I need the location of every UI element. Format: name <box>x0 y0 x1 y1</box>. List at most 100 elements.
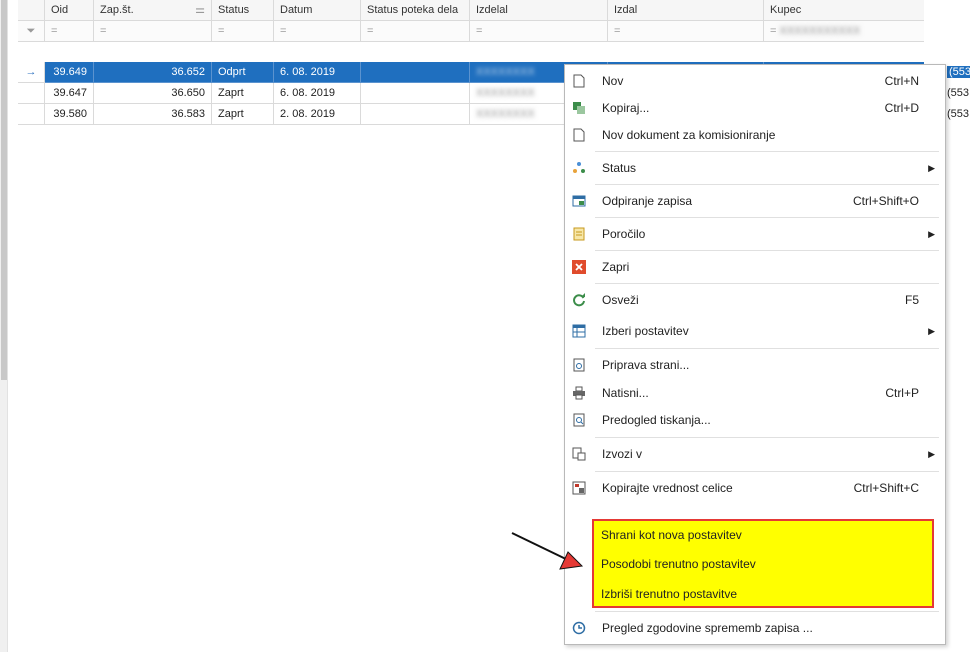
menu-item-izberi-postavitev[interactable]: Izberi postavitev ▶ <box>565 319 945 343</box>
menu-item-nov-dok-label: Nov dokument za komisioniranje <box>602 128 776 142</box>
cell-zap-st[interactable]: 36.652 <box>94 62 212 83</box>
grid-filter-row: ⏷ = = = = = = = = XXXXXXXXXXX <box>18 21 924 42</box>
cell-status-poteka-dela[interactable] <box>361 83 470 104</box>
menu-separator <box>595 348 939 349</box>
cell-status[interactable]: Zaprt <box>212 104 274 125</box>
menu-item-pregled-zgodovine[interactable]: Pregled zgodovine sprememb zapisa ... <box>565 616 945 640</box>
new-document-icon <box>565 123 593 147</box>
menu-item-predogled-tiskanja[interactable]: Predogled tiskanja... <box>565 408 945 432</box>
vertical-scrollbar[interactable] <box>0 0 8 652</box>
column-header-kupec[interactable]: Kupec <box>764 0 924 21</box>
menu-item-osvezi-shortcut: F5 <box>904 293 919 307</box>
cell-izdelal-blurred: XXXXXXXX <box>476 87 535 99</box>
filter-cell-izdelal[interactable]: = <box>470 21 608 42</box>
column-header-status[interactable]: Status <box>212 0 274 21</box>
filter-cell-oid[interactable]: = <box>45 21 94 42</box>
filter-cell-izdal[interactable]: = <box>608 21 764 42</box>
cell-datum[interactable]: 6. 08. 2019 <box>274 83 361 104</box>
menu-item-posodobi-label: Posodobi trenutno postavitev <box>601 557 756 571</box>
row-indicator-cell <box>18 83 45 104</box>
column-header-zap-st[interactable]: Zap.št. ⚌ <box>94 0 212 21</box>
menu-separator <box>595 283 939 284</box>
close-icon <box>565 255 593 279</box>
menu-separator <box>595 217 939 218</box>
column-header-status-poteka-dela[interactable]: Status poteka dela <box>361 0 470 21</box>
menu-item-status-label: Status <box>602 161 637 175</box>
cell-izdelal-blurred: XXXXXXXX <box>476 66 535 78</box>
menu-item-izvozi-label: Izvozi v <box>602 447 643 461</box>
filter-cell-status[interactable]: = <box>212 21 274 42</box>
filter-cell-kupec-symbol: = <box>770 25 777 37</box>
submenu-arrow-icon: ▶ <box>928 325 935 336</box>
menu-item-kopiraj-shortcut: Ctrl+D <box>884 101 919 115</box>
filter-kupec-blurred-value: XXXXXXXXXXX <box>779 25 861 37</box>
menu-item-predogled-label: Predogled tiskanja... <box>602 413 711 427</box>
sort-icon[interactable]: ⚌ <box>195 0 205 20</box>
menu-item-shrani-kot-nova-postavitev[interactable]: Shrani kot nova postavitev <box>564 523 944 547</box>
open-record-icon <box>565 189 593 213</box>
menu-item-izberi-label: Izberi postavitev <box>602 324 689 338</box>
filter-cell-status-poteka-dela[interactable]: = <box>361 21 470 42</box>
menu-item-izbrisi-label: Izbriši trenutno postavitve <box>601 587 738 601</box>
cell-status-poteka-dela[interactable] <box>361 104 470 125</box>
cell-zap-st[interactable]: 36.650 <box>94 83 212 104</box>
cell-status[interactable]: Zaprt <box>212 83 274 104</box>
menu-item-nov-shortcut: Ctrl+N <box>884 74 919 88</box>
cell-zap-st[interactable]: 36.583 <box>94 104 212 125</box>
cell-oid[interactable]: 39.580 <box>45 104 94 125</box>
status-icon <box>565 156 593 180</box>
menu-separator <box>595 250 939 251</box>
menu-item-izvozi-v[interactable]: Izvozi v ▶ <box>565 442 945 466</box>
menu-item-zapri-label: Zapri <box>602 260 630 274</box>
menu-item-osvezi-label: Osveži <box>602 293 639 307</box>
menu-item-osvezi[interactable]: Osveži F5 <box>565 288 945 312</box>
cell-status-poteka-dela[interactable] <box>361 62 470 83</box>
cell-datum[interactable]: 2. 08. 2019 <box>274 104 361 125</box>
filter-cell-datum[interactable]: = <box>274 21 361 42</box>
column-header-zap-st-label: Zap.št. <box>100 4 134 16</box>
cell-oid[interactable]: 39.647 <box>45 83 94 104</box>
cell-datum[interactable]: 6. 08. 2019 <box>274 62 361 83</box>
copy-cell-icon <box>565 476 593 500</box>
menu-item-odpiranje-zapisa[interactable]: Odpiranje zapisa Ctrl+Shift+O <box>565 189 945 213</box>
print-preview-icon <box>565 408 593 432</box>
submenu-arrow-icon: ▶ <box>928 162 935 173</box>
menu-separator <box>595 437 939 438</box>
layout-grid-icon <box>565 319 593 343</box>
menu-item-zapri[interactable]: Zapri <box>565 255 945 279</box>
column-header-datum[interactable]: Datum <box>274 0 361 21</box>
menu-item-status[interactable]: Status ▶ <box>565 156 945 180</box>
submenu-arrow-icon: ▶ <box>928 448 935 459</box>
page-setup-icon <box>565 353 593 377</box>
cell-status[interactable]: Odprt <box>212 62 274 83</box>
menu-item-kopirajte-vrednost-celice[interactable]: Kopirajte vrednost celice Ctrl+Shift+C <box>565 476 945 500</box>
menu-item-priprava-strani[interactable]: Priprava strani... <box>565 353 945 377</box>
filter-cell-kupec[interactable]: = XXXXXXXXXXX <box>764 21 924 42</box>
filter-cell-zap-st[interactable]: = <box>94 21 212 42</box>
history-icon <box>565 616 593 640</box>
filter-icon[interactable]: ⏷ <box>18 21 45 42</box>
menu-item-priprava-label: Priprava strani... <box>602 358 690 372</box>
annotation-arrow-icon <box>511 532 584 570</box>
export-icon <box>565 442 593 466</box>
menu-item-shrani-label: Shrani kot nova postavitev <box>601 528 742 542</box>
column-header-oid[interactable]: Oid <box>45 0 94 21</box>
report-icon <box>565 222 593 246</box>
menu-item-kopirajte-shortcut: Ctrl+Shift+C <box>853 481 919 495</box>
column-header-izdal[interactable]: Izdal <box>608 0 764 21</box>
menu-item-nov[interactable]: Nov Ctrl+N <box>565 69 945 93</box>
menu-item-porocilo-label: Poročilo <box>602 227 646 241</box>
menu-item-nov-label: Nov <box>602 74 624 88</box>
menu-item-odpiranje-shortcut: Ctrl+Shift+O <box>852 194 919 208</box>
menu-item-kopiraj[interactable]: Kopiraj... Ctrl+D <box>565 96 945 120</box>
menu-item-izbrisi-trenutno-postavitve[interactable]: Izbriši trenutno postavitve <box>564 582 944 606</box>
scrollbar-thumb[interactable] <box>1 0 7 380</box>
cell-oid[interactable]: 39.649 <box>45 62 94 83</box>
column-header-izdelal[interactable]: Izdelal <box>470 0 608 21</box>
menu-item-posodobi-trenutno-postavitev[interactable]: Posodobi trenutno postavitev <box>564 552 944 576</box>
menu-item-nov-dokument-za-komisioniranje[interactable]: Nov dokument za komisioniranje <box>565 123 945 147</box>
row-indicator-cell <box>18 104 45 125</box>
menu-item-porocilo[interactable]: Poročilo ▶ <box>565 222 945 246</box>
menu-item-natisni[interactable]: Natisni... Ctrl+P <box>565 381 945 405</box>
highlight-box: Shrani kot nova postavitev Posodobi tren… <box>592 519 934 608</box>
